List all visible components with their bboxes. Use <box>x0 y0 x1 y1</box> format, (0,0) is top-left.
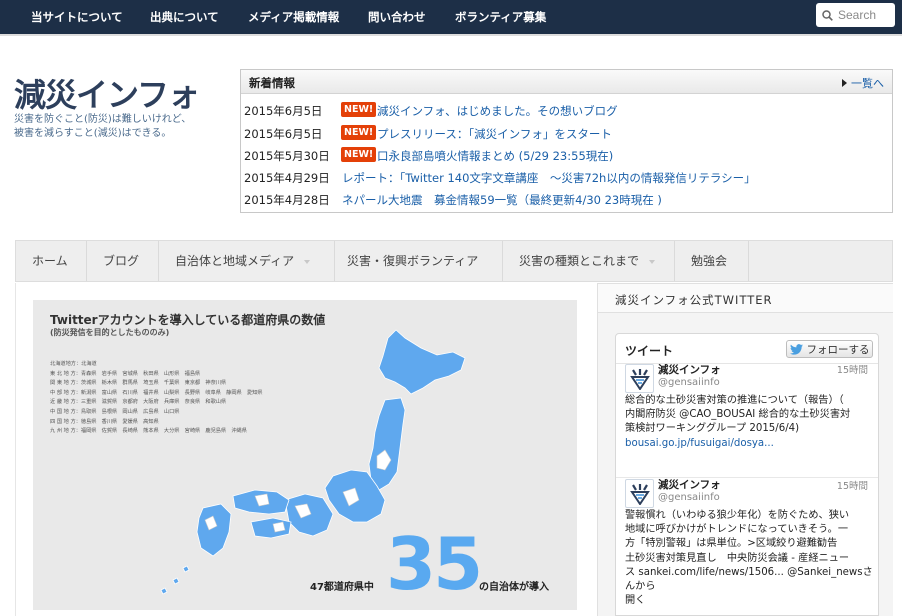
chevron-down-icon <box>304 259 311 264</box>
tweet-text-line: 内閣府防災 @CAO_BOUSAI 総合的な土砂災害対 <box>625 409 851 421</box>
tweet-text-line: 地域に呼びかけがトレンドになっていきそう。一 <box>625 524 849 536</box>
tweet-author-handle[interactable]: @gensaiinfo <box>658 377 720 388</box>
menu-divider <box>334 241 335 281</box>
news-date: 2015年6月5日 <box>244 104 323 118</box>
news-more-link[interactable]: 一覧へ <box>842 75 884 91</box>
news-link[interactable]: レポート：「Twitter 140文字文章講座 ～災害72h以内の情報発信リテラ… <box>342 170 756 186</box>
tweet-expand-link[interactable]: 開く <box>625 594 873 608</box>
triangle-right-icon <box>842 79 847 87</box>
menu-disaster-types-label: 災害の種類とこれまで <box>519 254 640 268</box>
logo-tagline: 災害を防ぐこと(防災)は難しいけれど、 被害を減らすこと(減災)はできる。 <box>14 113 191 141</box>
infographic-count: 35 <box>386 522 483 606</box>
news-panel: 新着情報 一覧へ 2015年6月5日 NEW! 減災インフォ、はじめました。その… <box>240 69 893 213</box>
infographic-label-suffix: の自治体が導入 <box>479 582 549 593</box>
tweet-item[interactable]: 減災インフォ 15時間 @gensaiinfo 総合的な土砂災害対策の推進につい… <box>616 356 878 478</box>
avatar[interactable] <box>625 479 654 508</box>
infographic-label-prefix: 47都道府県中 <box>310 582 374 593</box>
news-date: 2015年5月30日 <box>244 149 330 163</box>
tweet-text-line: んから <box>625 581 656 593</box>
twitter-bird-icon <box>789 343 803 355</box>
tweet-timestamp[interactable]: 15時間 <box>837 362 868 376</box>
news-date: 2015年4月29日 <box>244 171 330 185</box>
menu-disaster-types[interactable]: 災害の種類とこれまで <box>519 241 656 281</box>
tweet-author-handle[interactable]: @gensaiinfo <box>658 492 720 503</box>
news-title: 新着情報 <box>249 76 295 90</box>
menu-divider <box>674 241 675 281</box>
menu-local-gov-media-label: 自治体と地域メディア <box>175 254 295 268</box>
tweet-text: 警報慣れ（いわゆる狼少年化）を防ぐため、狭い 地域に呼びかけがトレンドになってい… <box>625 509 873 608</box>
tweet-text-line: 方「特別警報」は県単位。>区域絞り避難勧告 <box>625 538 838 550</box>
logo-tagline-line-1: 災害を防ぐこと(防災)は難しいけれど、 <box>14 114 192 125</box>
tweet-author-name[interactable]: 減災インフォ <box>658 362 721 377</box>
tweet-text-line: 土砂災害対策見直し 中央防災会議 - 産経ニュー <box>625 552 850 564</box>
news-link[interactable]: ネパール大地震 募金情報59一覧（最終更新4/30 23時現在 ) <box>342 192 662 208</box>
news-more-label: 一覧へ <box>851 77 884 90</box>
new-badge: NEW! <box>341 147 377 162</box>
news-date: 2015年6月5日 <box>244 127 323 141</box>
tweet-author-name[interactable]: 減災インフォ <box>658 477 721 492</box>
site-logo[interactable]: 減災インフォ <box>14 70 214 114</box>
menu-divider <box>158 241 159 281</box>
nav-volunteer-recruit[interactable]: ボランティア募集 <box>455 9 546 25</box>
top-navigation-bar: 当サイトについて 出典について メディア掲載情報 問い合わせ ボランティア募集 <box>0 0 902 34</box>
sidebar-title: 減災インフォ公式TWITTER <box>615 293 773 307</box>
chevron-down-icon <box>649 259 656 264</box>
news-link[interactable]: 減災インフォ、はじめました。その想いブログ <box>377 103 618 119</box>
new-badge: NEW! <box>341 102 377 117</box>
menu-study-group[interactable]: 勉強会 <box>691 241 727 281</box>
news-link[interactable]: プレスリリース：「減災インフォ」をスタート <box>377 126 612 142</box>
header-divider <box>0 34 902 36</box>
main-menu-bar: ホーム ブログ 自治体と地域メディア 災害・復興ボランティア 災害の種類とこれま… <box>15 240 893 282</box>
search-input[interactable] <box>838 8 890 22</box>
menu-home[interactable]: ホーム <box>32 241 68 281</box>
nav-contact[interactable]: 問い合わせ <box>368 9 426 25</box>
new-badge: NEW! <box>341 125 377 140</box>
tweet-link[interactable]: bousai.go.jp/fusuigai/dosya... <box>625 437 873 451</box>
tweet-timestamp[interactable]: 15時間 <box>837 478 868 492</box>
menu-local-gov-media[interactable]: 自治体と地域メディア <box>175 241 311 281</box>
japan-map <box>160 329 466 595</box>
tweet-text-line: 総合的な土砂災害対策の推進について（報告）（ <box>625 395 844 406</box>
gensai-logo-icon <box>629 483 650 505</box>
logo-text: 減災インフォ <box>14 76 200 114</box>
menu-divider <box>502 241 503 281</box>
nav-media-coverage[interactable]: メディア掲載情報 <box>248 9 339 25</box>
menu-blog[interactable]: ブログ <box>103 241 139 281</box>
nav-about-site[interactable]: 当サイトについて <box>31 9 123 25</box>
tweet-text: 総合的な土砂災害対策の推進について（報告）（ 内閣府防災 @CAO_BOUSAI… <box>625 394 873 451</box>
twitter-adoption-infographic[interactable]: Twitterアカウントを導入している都道府県の数値 (防災発信を目的としたもの… <box>33 300 577 610</box>
tweet-text-line: 警報慣れ（いわゆる狼少年化）を防ぐため、狭い <box>625 510 850 521</box>
sidebar-header: 減災インフォ公式TWITTER <box>597 283 893 313</box>
news-date: 2015年4月28日 <box>244 193 330 207</box>
follow-button-label: フォローする <box>806 343 870 356</box>
avatar[interactable] <box>625 364 654 393</box>
tweet-text-line: ス sankei.com/life/news/1506... @Sankei_n… <box>625 566 873 578</box>
menu-volunteer[interactable]: 災害・復興ボランティア <box>347 241 478 281</box>
news-link[interactable]: 口永良部島噴火情報まとめ (5/29 23:55現在) <box>377 148 613 164</box>
news-header: 新着情報 一覧へ <box>241 70 892 94</box>
tweet-item[interactable]: 減災インフォ 15時間 @gensaiinfo 警報慣れ（いわゆる狼少年化）を防… <box>616 477 878 615</box>
search-box[interactable] <box>816 3 895 27</box>
twitter-timeline-widget[interactable]: ツイート フォローする 減災インフォ 15時間 @gensaiinfo 総合的な… <box>615 333 879 616</box>
logo-tagline-line-2: 被害を減らすこと(減災)はできる。 <box>14 128 172 139</box>
menu-divider <box>748 241 749 281</box>
tweet-text-line: 策検討ワーキンググループ 2015/6/4) <box>625 423 800 435</box>
nav-sources[interactable]: 出典について <box>150 9 219 25</box>
menu-divider <box>86 241 87 281</box>
search-icon <box>822 9 833 21</box>
gensai-logo-icon <box>629 368 650 390</box>
